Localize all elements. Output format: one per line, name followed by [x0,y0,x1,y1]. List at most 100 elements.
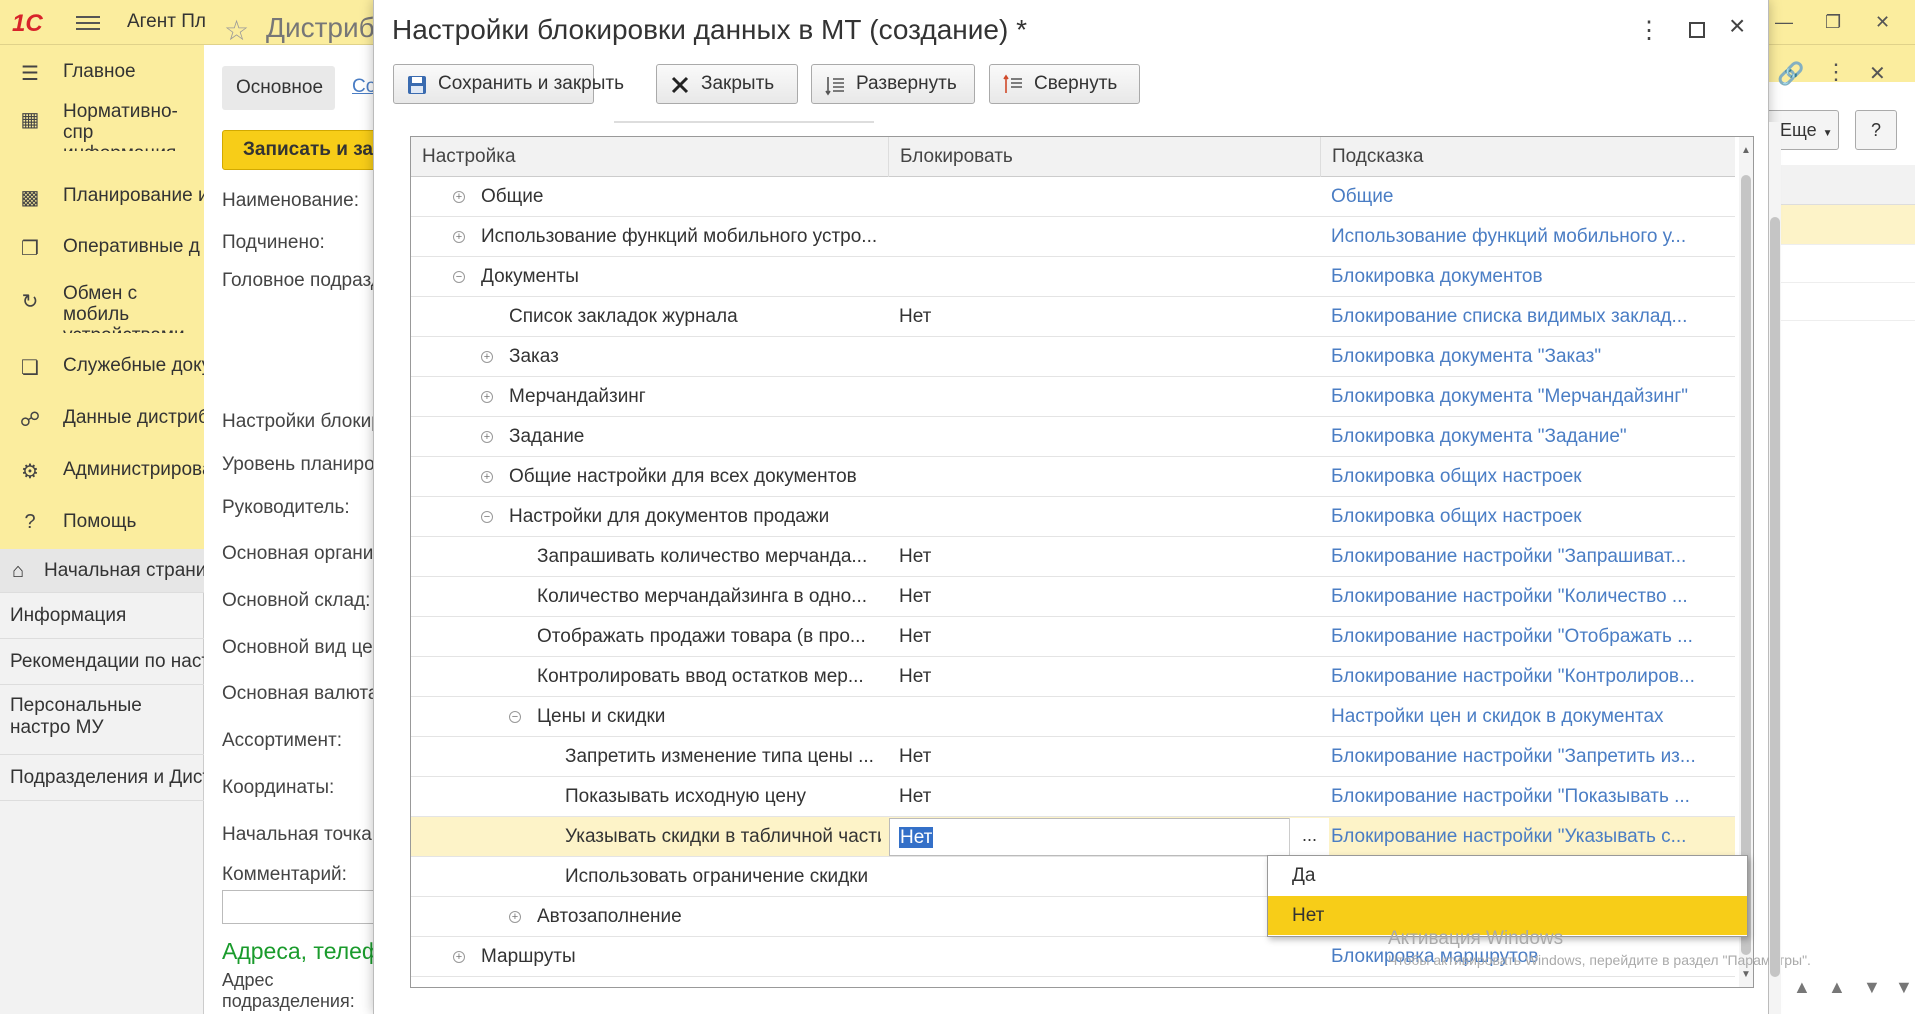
nav-down-icon[interactable]: ▼ [1863,977,1881,998]
hint-link[interactable]: Настройки цен и скидок в документах [1331,697,1721,737]
block-value[interactable]: Нет [899,617,931,657]
table-row[interactable] [1769,205,1915,245]
block-value[interactable]: Нет [899,537,931,577]
table-row[interactable]: Показывать исходную цену Нет Блокирование … [411,777,1735,817]
hint-link[interactable]: Блокирование настройки "Количество ... [1331,577,1721,617]
block-value-input[interactable]: Нет [889,818,1291,856]
table-row[interactable]: Указывать скидки в табличной части Нет...… [411,817,1735,857]
column-header-setting[interactable]: Настройка [411,137,889,177]
table-row[interactable]: + Мерчандайзинг Блокировка документа "Мерч… [411,377,1735,417]
maximize-icon[interactable] [1689,22,1705,38]
restore-icon[interactable]: ❐ [1825,12,1841,33]
sidebar-item-admin[interactable]: ⚙ Администрирова [0,451,204,491]
block-value[interactable]: Нет [899,737,931,777]
minimize-icon[interactable]: — [1775,12,1793,33]
hint-link[interactable]: Блокирование настройки "Запрашиват... [1331,537,1721,577]
table-row[interactable]: − Документы Блокировка документов [411,257,1735,297]
more-vertical-icon[interactable]: ⋮ [1825,59,1847,85]
hint-link[interactable]: Использование функций мобильного у... [1331,217,1721,257]
collapse-node-icon[interactable]: − [453,271,465,283]
list-item[interactable]: Рекомендации по наст [0,639,204,685]
sidebar-item-help[interactable]: ? Помощь [0,503,204,543]
table-row[interactable]: Количество мерчандайзинга в одно... Нет Бл… [411,577,1735,617]
column-header-hint[interactable]: Подсказка [1321,137,1735,177]
table-row[interactable]: + Использование функций мобильного устро.… [411,217,1735,257]
save-and-close-button[interactable]: Сохранить и закрыть [393,64,624,104]
sidebar-item-main[interactable]: ☰ Главное [0,53,204,93]
list-item[interactable]: Информация [0,593,204,639]
expand-node-icon[interactable]: + [481,391,493,403]
hint-link[interactable]: Блокировка документа "Задание" [1331,417,1721,457]
expand-node-icon[interactable]: + [453,231,465,243]
block-value[interactable]: Нет [899,577,931,617]
star-icon[interactable]: ☆ [224,14,249,47]
table-row[interactable] [1769,283,1915,321]
table-row[interactable]: + Заказ Блокировка документа "Заказ" [411,337,1735,377]
nav-up-icon[interactable]: ▲ [1828,977,1846,998]
close-icon[interactable]: × [1729,10,1745,42]
more-vertical-icon[interactable]: ⋮ [1637,16,1661,45]
table-row[interactable]: Запретить изменение типа цены ... Нет Блок… [411,737,1735,777]
table-row[interactable]: Список закладок журнала Нет Блокирование с… [411,297,1735,337]
select-button[interactable]: ... [1289,818,1329,856]
hint-link[interactable]: Блокирование настройки "Показывать ... [1331,777,1721,817]
dropdown-option-yes[interactable]: Да [1268,856,1747,895]
close-icon[interactable]: ✕ [1869,61,1886,86]
expand-node-icon[interactable]: + [453,951,465,963]
scrollbar-thumb[interactable] [1770,217,1780,977]
collapse-button[interactable]: Свернуть [989,64,1140,104]
nav-last-icon[interactable]: ▼ [1895,977,1913,998]
hint-link[interactable]: Блокировка общих настроек [1331,497,1721,537]
table-row[interactable]: Запрашивать количество мерчанда... Нет Бло… [411,537,1735,577]
table-row[interactable]: + Задание Блокировка документа "Задание" [411,417,1735,457]
scrollbar-thumb[interactable] [1741,175,1751,955]
hint-link[interactable]: Блокирование списка видимых заклад... [1331,297,1721,337]
table-row[interactable]: − Настройки для документов продажи Блокиро… [411,497,1735,537]
block-value[interactable]: Нет [899,657,931,697]
table-row[interactable]: Контролировать ввод остатков мер... Нет Бл… [411,657,1735,697]
menu-icon[interactable] [76,12,100,32]
block-value[interactable]: Нет [899,297,931,337]
hint-link[interactable]: Блокировка документов [1331,257,1721,297]
sidebar-item-data[interactable]: ☍ Данные дистриб [0,399,204,439]
scroll-up-icon[interactable]: ▲ [1741,145,1751,156]
table-row[interactable]: Отображать продажи товара (в про... Нет Бл… [411,617,1735,657]
column-header-block[interactable]: Блокировать [889,137,1321,177]
expand-node-icon[interactable]: + [481,431,493,443]
table-row[interactable]: + Общие настройки для всех документов Блок… [411,457,1735,497]
sidebar-item-reference[interactable]: ▦ Нормативно-спр информация [0,93,204,151]
list-item[interactable]: Подразделения и Дист [0,755,204,801]
nav-first-icon[interactable]: ▲ [1793,977,1811,998]
list-item[interactable]: Персональные настро МУ [0,685,204,755]
comment-input[interactable] [222,890,382,924]
hint-link[interactable]: Блокирование настройки "Запретить из... [1331,737,1721,777]
hint-link[interactable]: Блокирование настройки "Отображать ... [1331,617,1721,657]
write-and-close-button[interactable]: Записать и за [222,130,382,170]
expand-button[interactable]: Развернуть [811,64,975,104]
table-row[interactable]: − Цены и скидки Настройки цен и скидок в д… [411,697,1735,737]
home-page-link[interactable]: ⌂ Начальная страни [0,549,204,593]
expand-node-icon[interactable]: + [481,471,493,483]
hint-link[interactable]: Блокирование настройки "Контролиров... [1331,657,1721,697]
sidebar-item-exchange[interactable]: ↻ Обмен с мобиль устройствами [0,275,204,333]
hint-link[interactable]: Блокировка документа "Заказ" [1331,337,1721,377]
expand-node-icon[interactable]: + [509,911,521,923]
sidebar-item-planning[interactable]: ▩ Планирование и [0,177,204,217]
block-value[interactable]: Нет [899,777,931,817]
close-button[interactable]: Закрыть [656,64,798,104]
hint-link[interactable]: Блокировка общих настроек [1331,457,1721,497]
tab-main[interactable]: Основное [222,66,335,110]
expand-node-icon[interactable]: + [453,191,465,203]
collapse-node-icon[interactable]: − [509,711,521,723]
link-icon[interactable]: 🔗 [1777,61,1804,87]
page-scrollbar[interactable] [1769,122,1781,1014]
table-row[interactable] [1769,245,1915,283]
hint-link[interactable]: Блокировка документа "Мерчандайзинг" [1331,377,1721,417]
help-button[interactable]: ? [1855,110,1897,150]
sidebar-item-operative[interactable]: ❐ Оперативные д [0,228,204,268]
scroll-down-icon[interactable]: ▼ [1741,969,1751,980]
expand-node-icon[interactable]: + [481,351,493,363]
close-icon[interactable]: ✕ [1875,12,1890,33]
hint-link[interactable]: Общие [1331,177,1721,217]
sidebar-item-service[interactable]: ❏ Служебные доку [0,347,204,387]
